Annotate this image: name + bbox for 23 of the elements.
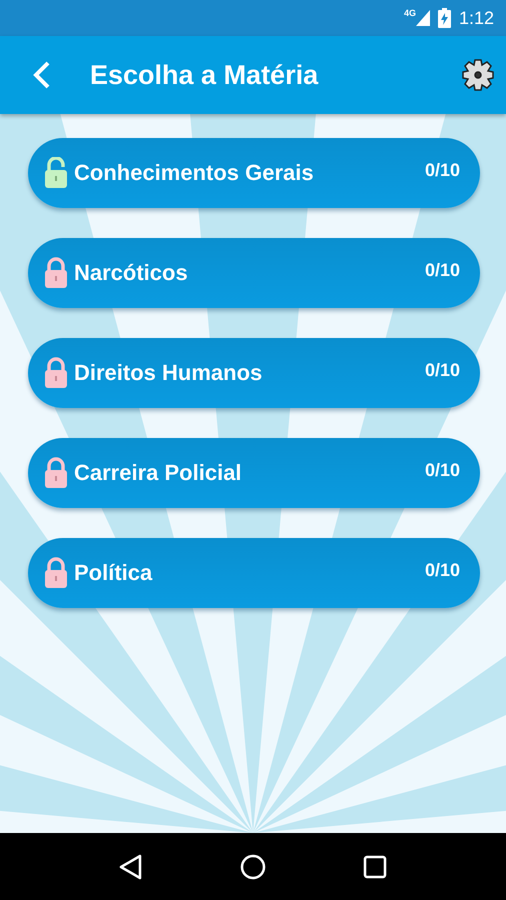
- home-circle-icon: [240, 854, 266, 880]
- screen-title: Escolha a Matéria: [90, 60, 320, 90]
- subject-button[interactable]: Carreira Policial 0/10: [28, 438, 480, 508]
- recents-button[interactable]: [363, 854, 388, 878]
- back-nav-button[interactable]: [118, 854, 143, 880]
- battery-icon: [438, 8, 451, 28]
- recents-square-icon: [363, 854, 388, 878]
- score-label: 0/10: [424, 560, 460, 581]
- settings-icon: [462, 59, 494, 91]
- settings-button[interactable]: [462, 59, 494, 91]
- score-label: 0/10: [424, 360, 460, 381]
- signal-icon: [416, 10, 430, 26]
- score-label: 0/10: [424, 460, 460, 481]
- home-button[interactable]: [240, 854, 266, 880]
- back-triangle-icon: [118, 854, 143, 880]
- network-label: 4G: [404, 8, 416, 18]
- subject-button[interactable]: Narcóticos 0/10: [28, 238, 480, 308]
- score-label: 0/10: [424, 260, 460, 281]
- subject-button[interactable]: Política 0/10: [28, 538, 480, 608]
- score-label: 0/10: [424, 160, 460, 181]
- subject-button[interactable]: Direitos Humanos 0/10: [28, 338, 480, 408]
- clock: 1:12: [458, 8, 494, 28]
- subject-button[interactable]: Conhecimentos Gerais 0/10: [28, 138, 480, 208]
